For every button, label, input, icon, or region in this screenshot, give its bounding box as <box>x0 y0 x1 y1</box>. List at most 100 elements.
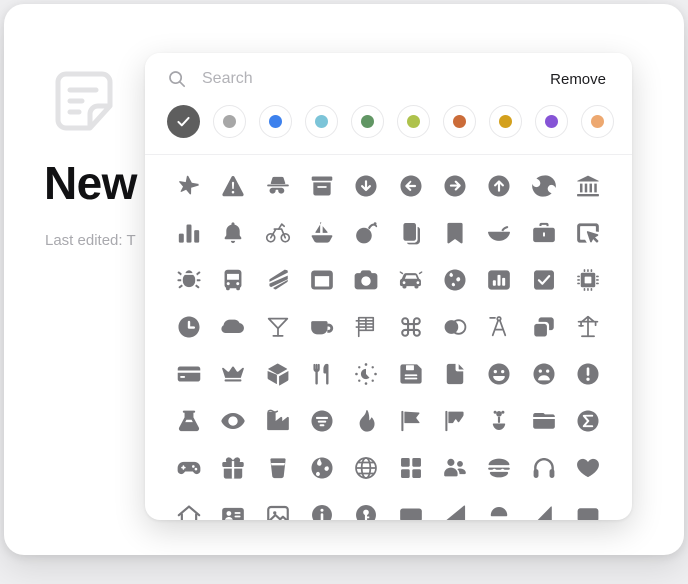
globe-solid-icon[interactable] <box>300 451 344 485</box>
airplane-icon[interactable] <box>167 169 211 203</box>
compass-divider-icon[interactable] <box>477 310 521 344</box>
keyboard-icon[interactable] <box>388 498 432 520</box>
calendar-icon[interactable] <box>300 263 344 297</box>
info-circle-icon[interactable] <box>300 498 344 520</box>
heart-icon[interactable] <box>566 451 610 485</box>
bookmark-icon[interactable] <box>433 216 477 250</box>
swatch-peach[interactable] <box>581 105 614 138</box>
arrow-down-circle-icon[interactable] <box>344 169 388 203</box>
icon-grid-scroll-area[interactable] <box>145 155 632 520</box>
flame-icon[interactable] <box>344 404 388 438</box>
headphones-icon[interactable] <box>521 451 565 485</box>
remove-button[interactable]: Remove <box>548 67 608 92</box>
button-click-icon[interactable] <box>566 216 610 250</box>
warning-triangle-icon[interactable] <box>211 169 255 203</box>
swatch-orange[interactable] <box>443 105 476 138</box>
factory-icon[interactable] <box>256 404 300 438</box>
glass-icon[interactable] <box>256 451 300 485</box>
gift-icon[interactable] <box>211 451 255 485</box>
swatch-light-blue[interactable] <box>305 105 338 138</box>
crown-icon[interactable] <box>211 357 255 391</box>
cutlery-icon[interactable] <box>300 357 344 391</box>
cocktail-icon[interactable] <box>256 310 300 344</box>
car-icon[interactable] <box>388 263 432 297</box>
document-icon[interactable] <box>433 357 477 391</box>
cpu-chip-icon[interactable] <box>566 263 610 297</box>
home-icon[interactable] <box>167 498 211 520</box>
swatch-gray[interactable] <box>213 105 246 138</box>
color-grid-icon[interactable] <box>344 310 388 344</box>
bomb-icon[interactable] <box>344 216 388 250</box>
floppy-save-icon[interactable] <box>388 357 432 391</box>
bell-icon[interactable] <box>211 216 255 250</box>
hamburger-icon[interactable] <box>477 451 521 485</box>
bug-icon[interactable] <box>167 263 211 297</box>
cake-icon[interactable] <box>256 263 300 297</box>
people-group-icon[interactable] <box>433 451 477 485</box>
icon-picker-popover: Remove <box>145 53 632 520</box>
checkbox-checked-icon[interactable] <box>521 263 565 297</box>
coffee-cup-icon[interactable] <box>300 310 344 344</box>
clock-icon[interactable] <box>167 310 211 344</box>
exclamation-circle-icon[interactable] <box>566 357 610 391</box>
happy-face-icon[interactable] <box>477 357 521 391</box>
flower-icon[interactable] <box>477 404 521 438</box>
swatch-amber[interactable] <box>489 105 522 138</box>
swatch-selected-dark[interactable] <box>167 105 200 138</box>
filter-circle-icon[interactable] <box>300 404 344 438</box>
swatch-dot <box>223 115 236 128</box>
leaf-icon[interactable] <box>521 498 565 520</box>
duplicate-icon[interactable] <box>521 310 565 344</box>
folder-icon[interactable] <box>521 404 565 438</box>
flask-icon[interactable] <box>167 404 211 438</box>
baseball-icon[interactable] <box>521 169 565 203</box>
screenshot-stage: New Last edited: T Remove <box>0 0 688 584</box>
lamp-icon[interactable] <box>477 498 521 520</box>
chart-square-icon[interactable] <box>477 263 521 297</box>
gauge-icon[interactable] <box>344 357 388 391</box>
swatch-blue[interactable] <box>259 105 292 138</box>
arrow-left-circle-icon[interactable] <box>388 169 432 203</box>
command-key-icon[interactable] <box>388 310 432 344</box>
app-window: New Last edited: T Remove <box>4 4 684 555</box>
bicycle-icon[interactable] <box>256 216 300 250</box>
eye-icon[interactable] <box>211 404 255 438</box>
search-input[interactable] <box>202 70 535 88</box>
key-circle-icon[interactable] <box>344 498 388 520</box>
flag-outline-icon[interactable] <box>433 404 477 438</box>
swatch-lime[interactable] <box>397 105 430 138</box>
contrast-icon[interactable] <box>433 310 477 344</box>
cube-icon[interactable] <box>256 357 300 391</box>
swatch-green[interactable] <box>351 105 384 138</box>
swatch-dot <box>315 115 328 128</box>
bank-icon[interactable] <box>566 169 610 203</box>
sailboat-icon[interactable] <box>300 216 344 250</box>
camera-icon[interactable] <box>344 263 388 297</box>
credit-card-icon[interactable] <box>167 357 211 391</box>
globe-americas-icon[interactable] <box>433 263 477 297</box>
cloud-icon[interactable] <box>211 310 255 344</box>
swatch-purple[interactable] <box>535 105 568 138</box>
kite-icon[interactable] <box>433 498 477 520</box>
briefcase-icon[interactable] <box>521 216 565 250</box>
book-copy-icon[interactable] <box>388 216 432 250</box>
swatch-dot <box>407 115 420 128</box>
incognito-icon[interactable] <box>256 169 300 203</box>
sad-face-icon[interactable] <box>521 357 565 391</box>
arrow-up-circle-icon[interactable] <box>477 169 521 203</box>
bus-icon[interactable] <box>211 263 255 297</box>
arrow-right-circle-icon[interactable] <box>433 169 477 203</box>
crane-icon[interactable] <box>566 310 610 344</box>
image-icon[interactable] <box>256 498 300 520</box>
laptop-icon[interactable] <box>566 498 610 520</box>
id-card-icon[interactable] <box>211 498 255 520</box>
archive-box-icon[interactable] <box>300 169 344 203</box>
globe-wire-icon[interactable] <box>344 451 388 485</box>
flag-filled-icon[interactable] <box>388 404 432 438</box>
bar-chart-icon[interactable] <box>167 216 211 250</box>
bowl-icon[interactable] <box>477 216 521 250</box>
sigma-circle-icon[interactable] <box>566 404 610 438</box>
check-icon <box>177 116 190 127</box>
gamepad-icon[interactable] <box>167 451 211 485</box>
grid-squares-icon[interactable] <box>388 451 432 485</box>
